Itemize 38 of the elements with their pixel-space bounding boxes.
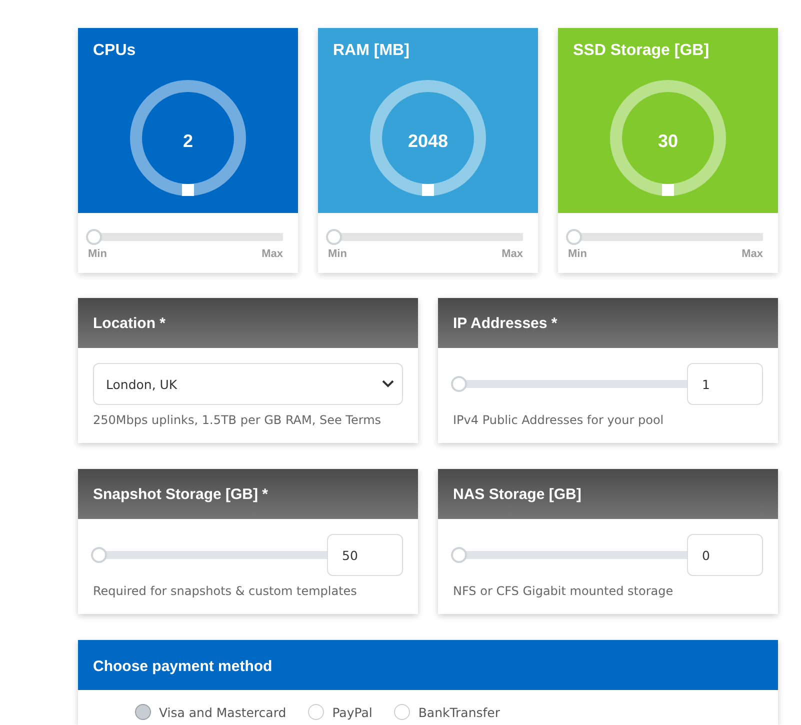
radio-button[interactable] [308, 704, 324, 720]
slider-thumb[interactable] [451, 376, 467, 392]
chevron-down-icon [382, 380, 394, 388]
section-title: NAS Storage [GB] [453, 486, 582, 503]
help-text: NFS or CFS Gigabit mounted storage [453, 584, 674, 598]
card-title: RAM [MB] [333, 42, 410, 59]
payment-option[interactable]: PayPal [308, 704, 372, 720]
max-label: Max [262, 248, 283, 260]
slider-thumb[interactable] [451, 547, 467, 563]
radio-button[interactable] [135, 704, 151, 720]
payment-option[interactable]: Visa and Mastercard [135, 704, 286, 720]
card-title: CPUs [93, 42, 136, 59]
max-label: Max [502, 248, 523, 260]
slider-thumb[interactable] [91, 547, 107, 563]
gauge-value: 2048 [406, 131, 450, 152]
slider-thumb[interactable] [86, 229, 102, 245]
payment-title: Choose payment method [93, 658, 272, 675]
number-field[interactable]: 50 [327, 534, 403, 576]
help-text: 250Mbps uplinks, 1.5TB per GB RAM, See Terms [93, 413, 382, 427]
min-label: Min [88, 248, 107, 260]
card-title: SSD Storage [GB] [573, 42, 710, 59]
gauge-value: 30 [656, 131, 680, 152]
gauge-value: 2 [182, 131, 194, 152]
slider-thumb[interactable] [566, 229, 582, 245]
radio-button[interactable] [394, 704, 410, 720]
payment-option[interactable]: BankTransfer [394, 704, 500, 720]
max-label: Max [742, 248, 763, 260]
help-text: IPv4 Public Addresses for your pool [453, 413, 665, 427]
min-label: Min [328, 248, 347, 260]
help-text: Required for snapshots & custom templates [93, 584, 358, 598]
section-title: Location * [93, 315, 166, 332]
min-label: Min [568, 248, 587, 260]
section-title: IP Addresses * [453, 315, 558, 332]
section-title: Snapshot Storage [GB] * [93, 486, 268, 503]
number-field[interactable]: 1 [687, 363, 763, 405]
slider-thumb[interactable] [326, 229, 342, 245]
number-field[interactable]: 0 [687, 534, 763, 576]
location-select[interactable]: London, UK [93, 363, 403, 405]
